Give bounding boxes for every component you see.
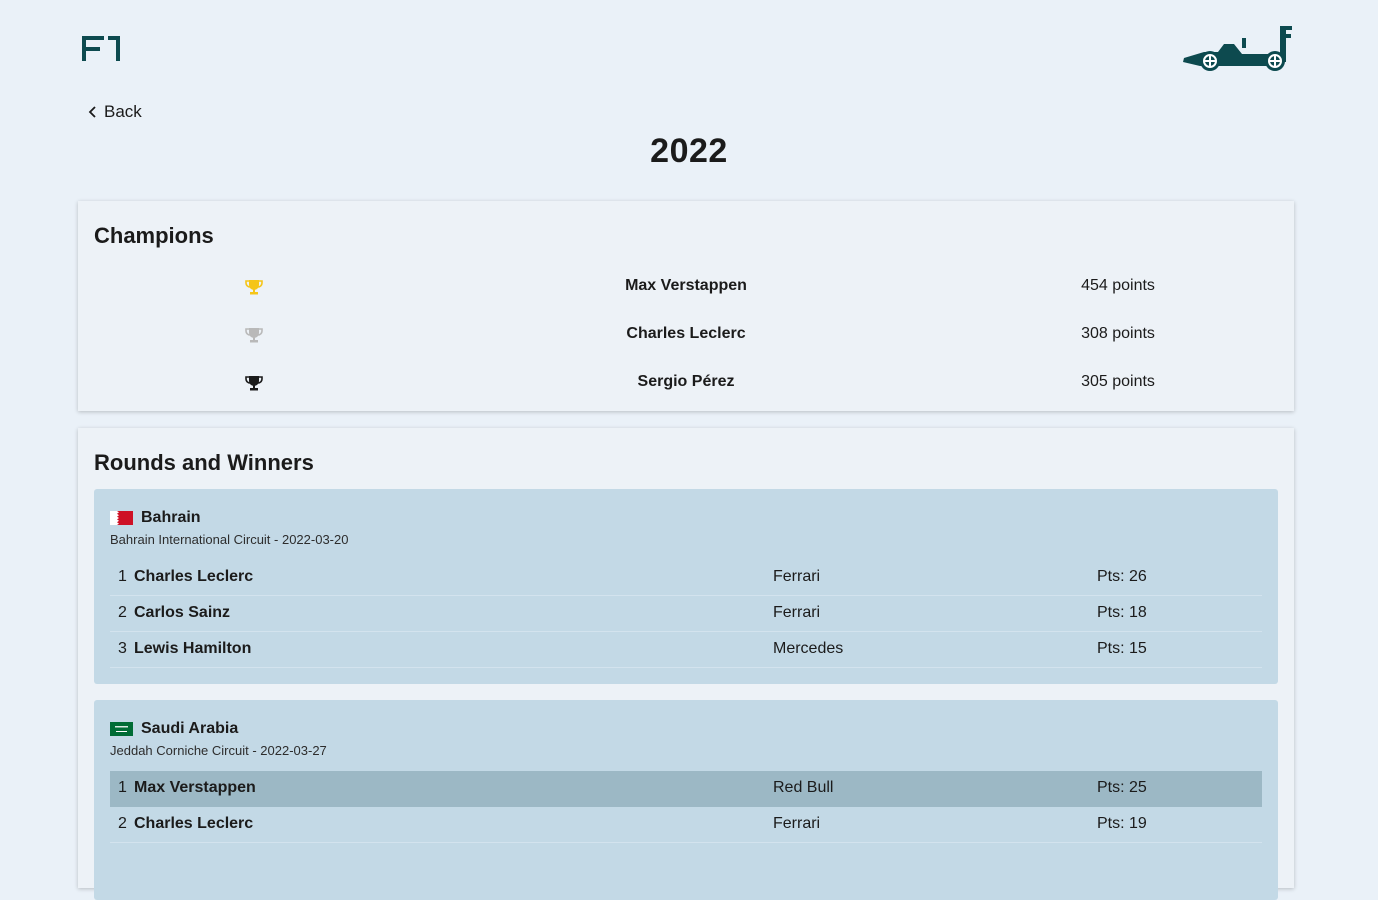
result-position: 1 [118, 568, 127, 585]
result-team: Red Bull [773, 779, 834, 796]
result-driver: Charles Leclerc [134, 568, 254, 585]
silver-trophy-icon [245, 328, 263, 343]
champions-card: Champions Max Verstappen 454 points Char… [78, 201, 1294, 411]
champion-name[interactable]: Sergio Pérez [486, 373, 886, 391]
header [0, 0, 1378, 90]
champion-points: 305 points [1081, 373, 1155, 390]
round-subtitle: Bahrain International Circuit - 2022-03-… [110, 532, 349, 547]
round-name: Saudi Arabia [141, 720, 239, 737]
rounds-card: Rounds and Winners Bahrain Bahrain Inter… [78, 428, 1294, 900]
result-driver: Charles Leclerc [134, 815, 254, 832]
result-row[interactable]: 2 Charles Leclerc Ferrari Pts: 19 [110, 807, 1262, 843]
champion-points: 308 points [1081, 325, 1155, 342]
round-header: Saudi Arabia [110, 720, 238, 738]
bronze-trophy-icon [245, 376, 263, 391]
result-driver: Max Verstappen [134, 779, 256, 796]
result-points: Pts: 25 [1097, 779, 1147, 796]
result-team: Ferrari [773, 568, 821, 585]
race-car-icon [1183, 26, 1292, 71]
result-team: Ferrari [773, 604, 821, 621]
gold-trophy-icon [245, 280, 263, 295]
result-points: Pts: 26 [1097, 568, 1147, 585]
back-label: Back [104, 102, 142, 121]
result-row[interactable]: 2 Carlos Sainz Ferrari Pts: 18 [110, 596, 1262, 632]
result-driver: Carlos Sainz [134, 604, 231, 621]
rounds-title: Rounds and Winners [94, 450, 314, 475]
result-position: 2 [118, 815, 127, 832]
champion-name[interactable]: Max Verstappen [486, 277, 886, 295]
result-position: 2 [118, 604, 127, 621]
f1-logo-icon[interactable] [80, 33, 122, 63]
champion-points: 454 points [1081, 277, 1155, 294]
result-points: Pts: 19 [1097, 815, 1147, 832]
result-row[interactable]: 1 Charles Leclerc Ferrari Pts: 26 [110, 560, 1262, 596]
result-points: Pts: 15 [1097, 640, 1147, 657]
champion-row: Charles Leclerc 308 points [78, 320, 1294, 350]
champion-row: Max Verstappen 454 points [78, 272, 1294, 302]
page-title: 2022 [650, 132, 728, 170]
round-name: Bahrain [141, 509, 201, 526]
result-position: 1 [118, 779, 127, 796]
result-position: 3 [118, 640, 127, 657]
champion-row: Sergio Pérez 305 points [78, 368, 1294, 398]
result-team: Mercedes [773, 640, 844, 657]
round-card-bahrain[interactable]: Bahrain Bahrain International Circuit - … [94, 489, 1278, 684]
chevron-left-icon [88, 106, 96, 118]
round-card-saudi-arabia[interactable]: Saudi Arabia Jeddah Corniche Circuit - 2… [94, 700, 1278, 900]
result-driver: Lewis Hamilton [134, 640, 252, 657]
bahrain-flag-icon [110, 511, 133, 525]
champions-title: Champions [94, 223, 214, 248]
result-points: Pts: 18 [1097, 604, 1147, 621]
round-header: Bahrain [110, 509, 201, 527]
saudi-arabia-flag-icon [110, 722, 133, 736]
champion-name[interactable]: Charles Leclerc [486, 325, 886, 343]
round-subtitle: Jeddah Corniche Circuit - 2022-03-27 [110, 743, 327, 758]
back-link[interactable]: Back [88, 102, 142, 122]
result-team: Ferrari [773, 815, 821, 832]
result-row[interactable]: 3 Lewis Hamilton Mercedes Pts: 15 [110, 632, 1262, 668]
result-row[interactable]: 1 Max Verstappen Red Bull Pts: 25 [110, 771, 1262, 807]
